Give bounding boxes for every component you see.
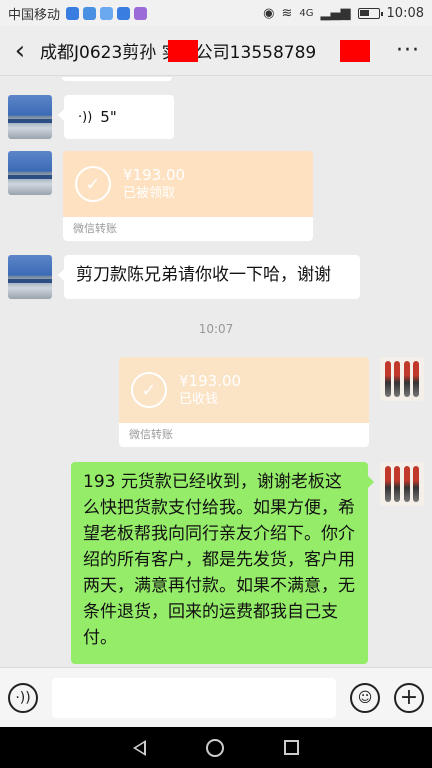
transfer-status: 已收钱	[179, 391, 219, 407]
recent-apps-nav-icon[interactable]	[284, 740, 299, 755]
transfer-footer: 微信转账	[63, 217, 313, 241]
shield-icon	[66, 6, 80, 20]
redaction-mark	[340, 40, 370, 62]
message-input[interactable]	[52, 677, 336, 718]
text-message-outgoing[interactable]: 193 元货款已经收到，谢谢老板这么快把货款支付给我。如果方便，希望老板帮我向同…	[71, 462, 374, 664]
emoji-button[interactable]: ☺	[350, 682, 380, 713]
carrier-label: 中国移动	[8, 7, 61, 23]
message-icon	[134, 6, 148, 20]
check-icon: ✓	[131, 372, 167, 408]
chat-app-icon	[100, 6, 114, 20]
voice-icon: ·))	[78, 109, 93, 125]
shield-icon	[117, 6, 131, 20]
transfer-status: 已被领取	[123, 185, 176, 201]
contact-avatar[interactable]	[8, 255, 52, 299]
chat-area[interactable]: ·)) 5" ✓ ¥193.00 已被领取 微信转账 剪刀款陈兄弟请你收一下哈，…	[0, 77, 432, 667]
system-nav-bar	[0, 727, 432, 768]
message-bubble[interactable]	[62, 77, 172, 81]
voice-input-button[interactable]: ·))	[8, 682, 38, 713]
check-icon: ✓	[75, 166, 111, 202]
voice-duration: 5"	[100, 108, 117, 126]
my-avatar[interactable]	[380, 462, 424, 506]
status-bar: 中国移动 ◉ ≋ 4G ▂▄▆ 10:08	[0, 0, 432, 26]
signal-icon: ▂▄▆	[320, 5, 351, 21]
message-timestamp: 10:07	[198, 322, 234, 336]
more-actions-button[interactable]: +	[394, 682, 424, 713]
wifi-icon: ≋	[281, 5, 293, 21]
app-icon	[83, 6, 97, 20]
contact-avatar[interactable]	[8, 95, 52, 139]
transfer-footer: 微信转账	[119, 423, 369, 447]
more-button[interactable]: ···	[384, 38, 432, 63]
network-label: 4G	[299, 7, 314, 19]
chat-title: 成都J0623剪孙 实…公司13558789	[40, 38, 370, 63]
eye-icon: ◉	[263, 5, 275, 21]
chat-header: ‹ 成都J0623剪孙 实…公司13558789 ···	[0, 26, 432, 76]
battery-icon	[357, 7, 383, 19]
contact-avatar[interactable]	[8, 151, 52, 195]
redaction-mark	[168, 40, 198, 62]
transfer-card-incoming[interactable]: ✓ ¥193.00 已被领取 微信转账	[63, 151, 313, 241]
clock: 10:08	[386, 5, 424, 21]
back-nav-icon[interactable]	[133, 739, 146, 756]
transfer-card-outgoing[interactable]: ✓ ¥193.00 已收钱 微信转账	[119, 357, 369, 447]
transfer-amount: ¥193.00	[123, 165, 186, 184]
transfer-amount: ¥193.00	[179, 371, 242, 390]
home-nav-icon[interactable]	[206, 738, 224, 757]
voice-message[interactable]: ·)) 5"	[58, 95, 174, 139]
back-button[interactable]: ‹	[0, 36, 40, 66]
input-bar: ·)) ☺ +	[0, 667, 432, 727]
my-avatar[interactable]	[380, 357, 424, 401]
text-message-incoming[interactable]: 剪刀款陈兄弟请你收一下哈，谢谢	[58, 255, 360, 299]
